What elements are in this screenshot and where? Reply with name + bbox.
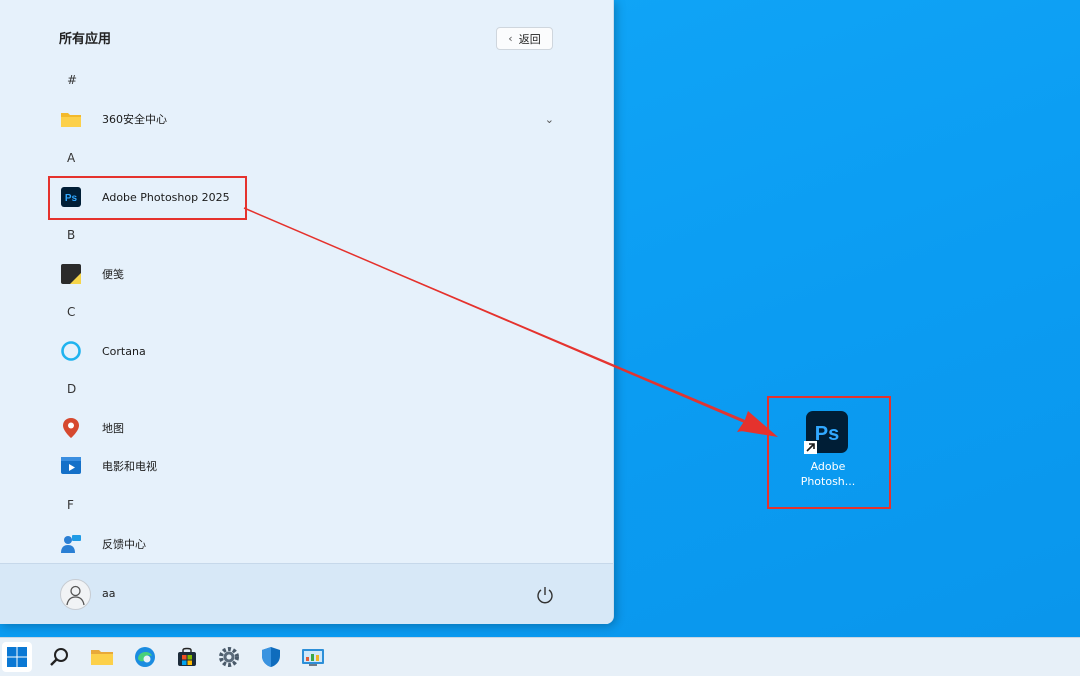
control-panel-button[interactable] (298, 642, 328, 672)
user-name[interactable]: aa (102, 587, 115, 600)
folder-icon (61, 113, 81, 127)
feedback-hub-icon (61, 535, 81, 553)
control-panel-icon (302, 649, 324, 666)
highlight-desktop-shortcut (767, 396, 891, 509)
all-apps-title: 所有应用 (59, 32, 112, 47)
cortana-icon (61, 341, 81, 361)
movies-tv-icon (61, 457, 81, 474)
search-button[interactable] (45, 642, 75, 672)
security-button[interactable] (256, 642, 286, 672)
start-menu-footer: aa (0, 563, 613, 624)
app-item-360-security[interactable]: 360安全中心 ⌄ (52, 101, 562, 137)
section-letter[interactable]: F (67, 498, 74, 512)
file-explorer-icon (91, 650, 113, 665)
app-item-cortana[interactable]: Cortana (52, 333, 562, 369)
store-icon (178, 647, 196, 666)
power-icon[interactable] (534, 584, 556, 606)
chevron-down-icon[interactable]: ⌄ (545, 113, 554, 126)
app-item-maps[interactable]: 地图 (52, 410, 562, 446)
app-item-sticky-notes[interactable]: 便笺 (52, 256, 562, 292)
security-icon (262, 647, 280, 667)
taskbar (0, 637, 1080, 676)
edge-button[interactable] (130, 642, 160, 672)
back-button[interactable]: ‹ 返回 (496, 27, 553, 50)
avatar[interactable] (60, 579, 91, 610)
start-menu: 所有应用 ‹ 返回 # A B C D F 360安全中心 ⌄ Ps Adobe… (0, 0, 614, 624)
sticky-notes-icon (61, 264, 81, 284)
section-letter[interactable]: A (67, 151, 75, 165)
settings-icon (219, 647, 239, 667)
file-explorer-button[interactable] (87, 642, 117, 672)
app-item-movies-tv[interactable]: 电影和电视 (52, 448, 562, 484)
section-letter[interactable]: # (67, 73, 77, 87)
chevron-left-icon: ‹ (508, 32, 513, 45)
store-button[interactable] (172, 642, 202, 672)
user-icon (66, 585, 85, 606)
maps-icon (63, 418, 79, 438)
section-letter[interactable]: D (67, 382, 76, 396)
start-button[interactable] (2, 642, 32, 672)
section-letter[interactable]: B (67, 228, 75, 242)
highlight-photoshop-item (48, 176, 247, 220)
edge-icon (135, 647, 155, 667)
settings-button[interactable] (214, 642, 244, 672)
search-icon (50, 648, 68, 666)
app-item-feedback-hub[interactable]: 反馈中心 (52, 526, 562, 562)
start-icon (7, 647, 27, 667)
section-letter[interactable]: C (67, 305, 75, 319)
